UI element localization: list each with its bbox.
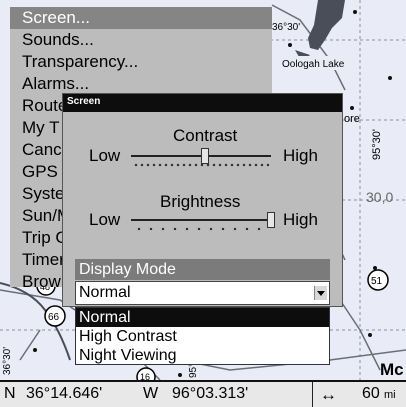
screen-dialog: Screen Contrast Low High Brightness Low … xyxy=(63,94,342,306)
display-mode-header: Display Mode xyxy=(75,259,330,280)
double-arrow-icon: ↔ xyxy=(320,385,337,404)
contrast-low-label: Low xyxy=(89,146,121,165)
dialog-title-bar: Screen xyxy=(63,94,342,112)
status-divider xyxy=(312,382,313,407)
brightness-slider[interactable] xyxy=(131,219,271,221)
contrast-tick-marks xyxy=(133,163,269,167)
map-bottom-lat-label: 36°30' xyxy=(2,347,13,375)
menu-item-sounds[interactable]: Sounds... xyxy=(10,29,272,51)
map-lon-label: 95°30' xyxy=(371,129,383,160)
option-normal[interactable]: Normal xyxy=(76,308,329,327)
option-high-contrast[interactable]: High Contrast xyxy=(76,327,329,346)
brightness-low-label: Low xyxy=(89,210,121,229)
menu-item-label: Brow xyxy=(22,272,61,291)
latitude-value: 36°14.646' xyxy=(26,385,103,402)
route-shield-16: 16 xyxy=(136,367,156,380)
display-mode-select[interactable]: Normal xyxy=(75,281,330,305)
menu-item-label: Route xyxy=(22,96,68,115)
svg-text:66: 66 xyxy=(48,312,60,323)
contrast-label: Contrast xyxy=(173,126,238,145)
option-night-viewing[interactable]: Night Viewing xyxy=(76,346,329,365)
svg-text:51: 51 xyxy=(371,276,383,287)
map-town-label: Mc xyxy=(380,360,404,379)
map-coord-top-label: 36°30' xyxy=(272,22,300,33)
display-mode-value: Normal xyxy=(79,284,131,301)
lon-hemisphere: W xyxy=(143,385,159,402)
menu-item-label: Canc xyxy=(22,140,62,159)
menu-item-alarms[interactable]: Alarms... xyxy=(10,73,272,95)
lake-label: Oologah Lake xyxy=(282,59,345,70)
contrast-high-label: High xyxy=(283,146,318,165)
map-place-label: ore xyxy=(344,113,360,125)
status-bar: N 36°14.646' W 96°03.313' ↔ 60 mi xyxy=(0,380,406,407)
brightness-high-label: High xyxy=(283,210,318,229)
svg-text:16: 16 xyxy=(140,372,150,380)
zoom-unit: mi xyxy=(384,389,396,401)
menu-item-label: Trip C xyxy=(22,228,68,247)
menu-item-label: Screen... xyxy=(22,8,91,27)
route-shield-51: 51 xyxy=(367,269,389,291)
brightness-label: Brightness xyxy=(160,192,241,211)
chevron-down-icon[interactable] xyxy=(314,286,327,300)
route-shield-66: 66 xyxy=(44,305,66,327)
brightness-slider-thumb[interactable] xyxy=(267,212,275,228)
brightness-tick-marks xyxy=(133,227,269,231)
menu-item-label: Syste xyxy=(22,184,65,203)
menu-item-screen[interactable]: Screen... xyxy=(10,7,272,29)
gps-display: 36°30' Oologah Lake ore 95°30' 30,0 51 4… xyxy=(0,0,406,407)
dialog-title: Screen xyxy=(67,96,101,107)
menu-item-label: Alarms... xyxy=(22,74,90,93)
menu-item-label: Timer xyxy=(22,250,65,269)
zoom-value: 60 xyxy=(362,385,380,402)
menu-item-label: Sounds... xyxy=(22,30,94,49)
menu-item-label: Sun/M xyxy=(22,206,72,225)
menu-item-label: Transparency... xyxy=(22,52,139,71)
menu-item-label: GPS xyxy=(22,162,58,181)
contrast-slider-thumb[interactable] xyxy=(201,148,210,164)
menu-item-transparency[interactable]: Transparency... xyxy=(10,51,272,73)
map-grid-label: 30,0 xyxy=(366,189,393,205)
menu-item-label: My T xyxy=(22,118,60,137)
longitude-value: 96°03.313' xyxy=(172,385,249,402)
display-mode-options: Normal High Contrast Night Viewing xyxy=(75,307,330,365)
lat-hemisphere: N xyxy=(4,385,16,402)
